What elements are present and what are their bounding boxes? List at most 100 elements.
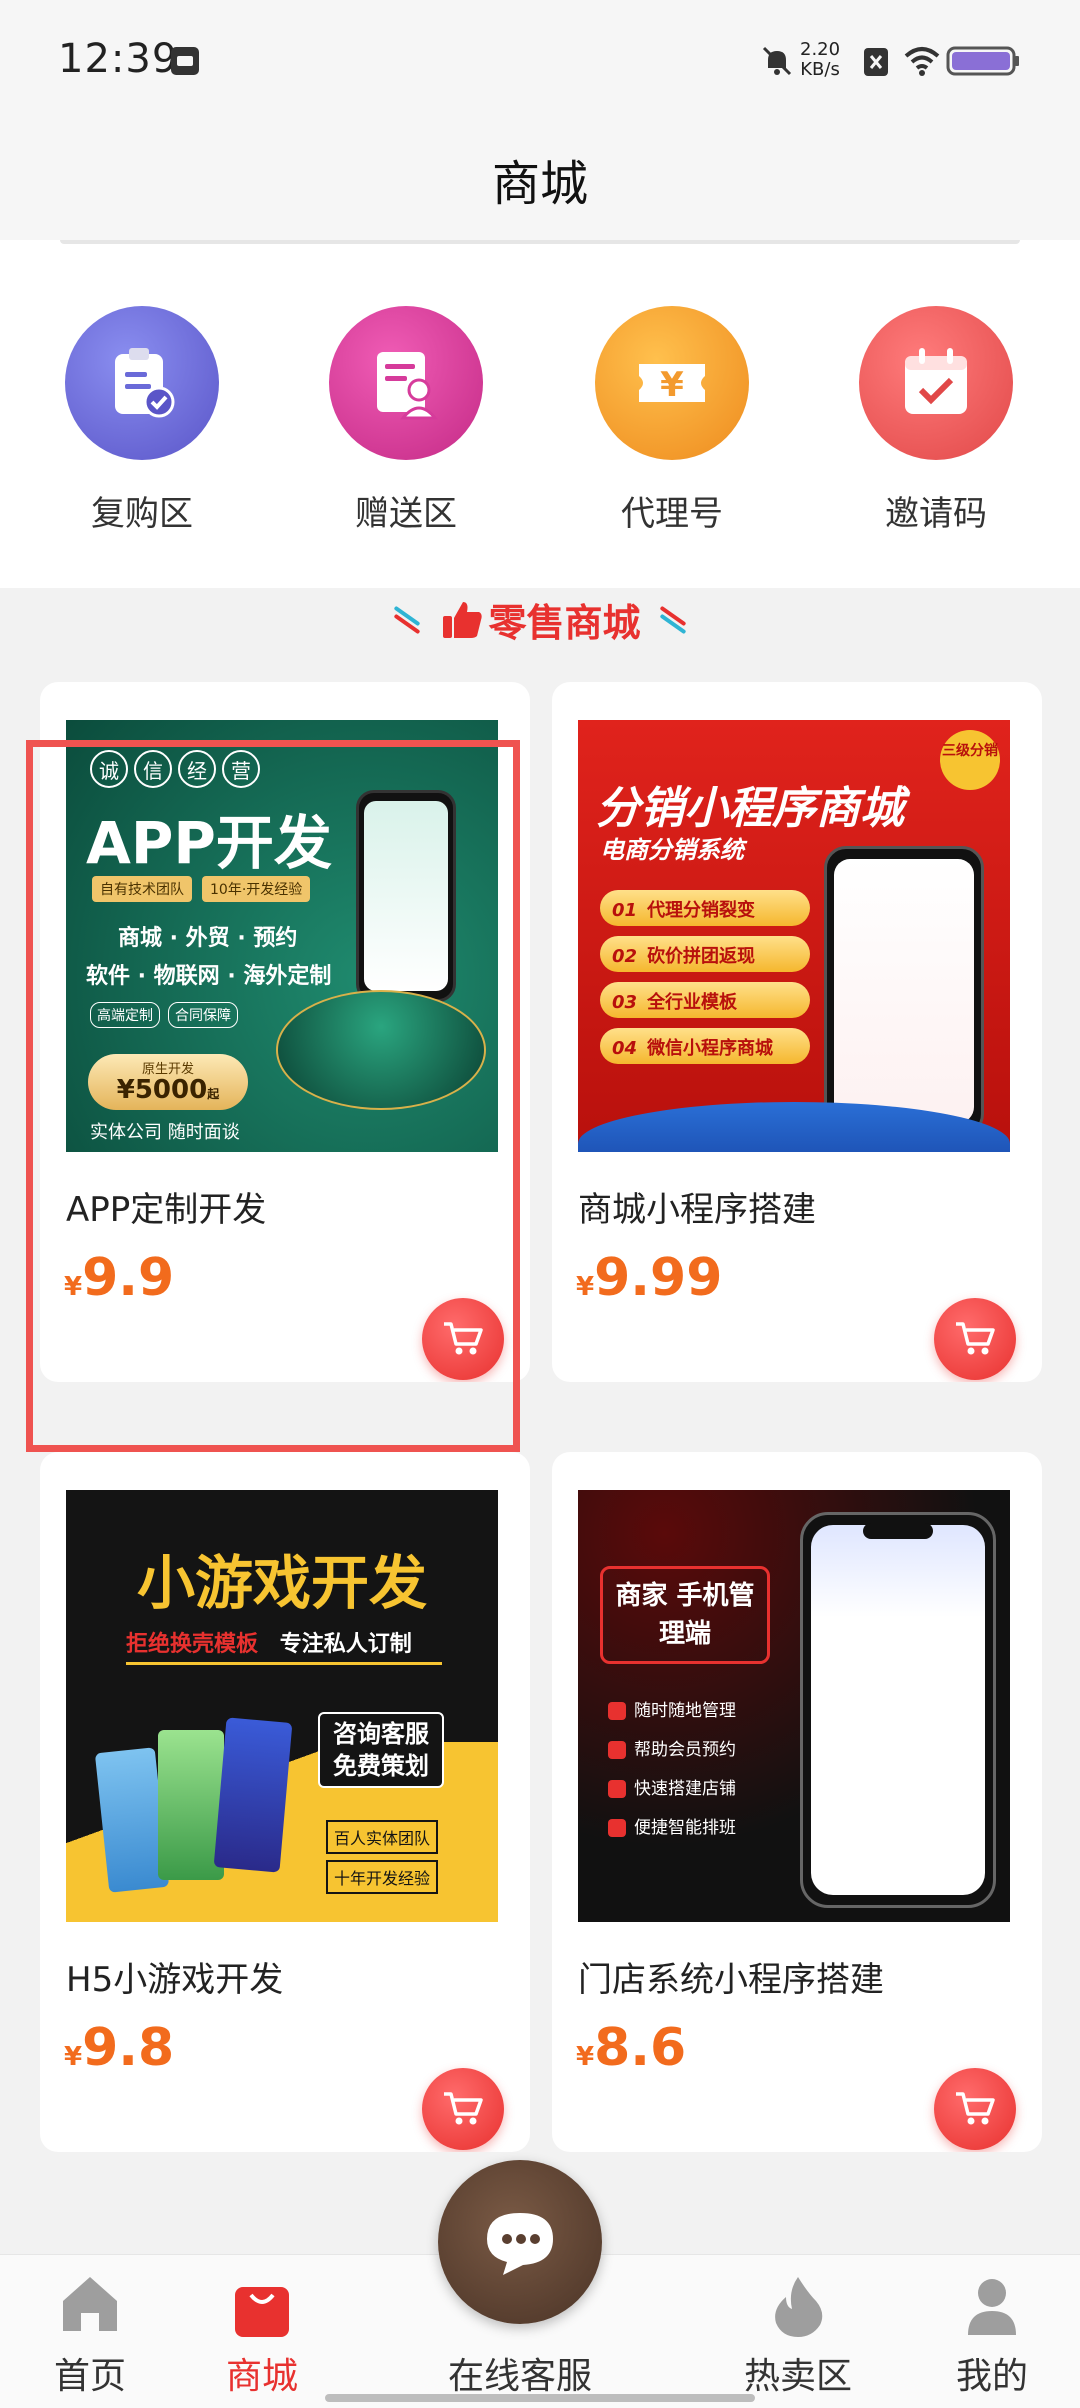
image-tag: 10年·开发经验 xyxy=(202,876,311,902)
decor-slash-left xyxy=(392,605,422,634)
section-title-text: 零售商城 xyxy=(488,601,641,645)
feature-text: 帮助会员预约 xyxy=(634,1740,736,1760)
badge: 经 xyxy=(178,750,216,788)
category-circle xyxy=(329,306,483,460)
online-service-button[interactable] xyxy=(438,2160,602,2324)
product-name[interactable]: 门店系统小程序搭建 xyxy=(578,1952,884,2001)
feature-text: 微信小程序商城 xyxy=(647,1038,774,1059)
shield-check-icon xyxy=(608,1780,626,1798)
game-screens xyxy=(94,1717,293,1893)
feature-no: 04 xyxy=(612,1038,638,1059)
tab-label: 在线客服 xyxy=(447,2356,592,2397)
product-price: ¥9.8 xyxy=(64,2018,174,2078)
promo-value: ¥5000 xyxy=(116,1075,208,1105)
status-time: 12:39 xyxy=(58,36,179,82)
page-title: 商城 xyxy=(491,156,588,212)
price-currency: ¥ xyxy=(64,1272,83,1302)
image-tag: 自有技术团队 xyxy=(92,876,192,902)
phone-mockup xyxy=(356,790,456,1002)
shield-check-icon xyxy=(608,1741,626,1759)
home-icon xyxy=(63,2277,117,2331)
product-card[interactable]: 三级分销 分销小程序商城 电商分销系统 01 代理分销裂变 02 砍价拼团返现 03… xyxy=(552,682,1042,1382)
feature-item: 随时随地管理 xyxy=(608,1696,736,1721)
feature-no: 03 xyxy=(612,992,638,1013)
notification-app-icon xyxy=(171,47,199,75)
product-name[interactable]: 商城小程序搭建 xyxy=(578,1182,816,1231)
add-to-cart-button[interactable] xyxy=(934,2068,1016,2150)
document-user-icon xyxy=(377,352,439,420)
price-currency: ¥ xyxy=(64,2042,83,2072)
category-label: 代理号 xyxy=(621,494,723,534)
tab-me[interactable]: 我的 xyxy=(902,2255,1080,2408)
category-panel: 复购区 赠送区 ¥ 代理号 邀请码 xyxy=(0,240,1080,588)
feature-text: 快速搭建店铺 xyxy=(634,1779,736,1799)
category-invite-code[interactable]: 邀请码 xyxy=(836,306,1036,535)
product-image-mall-miniprogram[interactable]: 三级分销 分销小程序商城 电商分销系统 01 代理分销裂变 02 砍价拼团返现 03… xyxy=(578,720,1010,1152)
add-to-cart-button[interactable] xyxy=(422,1298,504,1380)
feature-text: 砍价拼团返现 xyxy=(647,946,756,967)
price-value: 8.6 xyxy=(594,2018,687,2078)
feature-item: 帮助会员预约 xyxy=(608,1735,736,1760)
thumbs-up-icon xyxy=(443,601,483,638)
feature-text: 代理分销裂变 xyxy=(647,900,756,921)
badge: 信 xyxy=(134,750,172,788)
product-image-h5-game[interactable]: 小游戏开发 拒绝换壳模板 专注私人订制 咨询客服 免费策划 百人实体团队 十年开… xyxy=(66,1490,498,1922)
badge: 营 xyxy=(222,750,260,788)
category-circle xyxy=(65,306,219,460)
product-price: ¥9.99 xyxy=(576,1248,722,1308)
price-value: 9.9 xyxy=(82,1248,175,1308)
mute-bell-icon xyxy=(762,46,792,76)
image-chip: 百人实体团队 xyxy=(326,1820,439,1854)
section-title: 零售商城 xyxy=(0,592,1080,648)
image-subline: 电商分销系统 xyxy=(600,836,744,864)
tab-label: 热卖区 xyxy=(743,2356,852,2397)
image-headline: 分销小程序商城 xyxy=(596,783,904,834)
shopping-bag-icon xyxy=(235,2287,289,2337)
cart-icon xyxy=(956,2092,995,2125)
product-name[interactable]: APP定制开发 xyxy=(66,1182,266,1231)
image-tag: 拒绝换壳模板 xyxy=(126,1632,259,1657)
flame-icon xyxy=(775,2277,823,2337)
speed-unit: KB/s xyxy=(800,59,840,80)
image-chip: 十年开发经验 xyxy=(326,1860,439,1894)
category-gift[interactable]: 赠送区 xyxy=(306,306,506,535)
badge: 诚 xyxy=(90,750,128,788)
feature-no: 01 xyxy=(612,900,638,921)
product-image-store-system[interactable]: 商家 手机管理端 随时随地管理 帮助会员预约 快速搭建店铺 便捷智能排班 xyxy=(578,1490,1010,1922)
user-icon xyxy=(968,2279,1016,2335)
feature-row: 01 代理分销裂变 xyxy=(600,890,810,926)
tab-home[interactable]: 首页 xyxy=(0,2255,180,2408)
product-card[interactable]: 小游戏开发 拒绝换壳模板 专注私人订制 咨询客服 免费策划 百人实体团队 十年开… xyxy=(40,1452,530,2152)
category-agent[interactable]: ¥ 代理号 xyxy=(572,306,772,535)
page-header: 商城 xyxy=(0,120,1080,240)
product-name[interactable]: H5小游戏开发 xyxy=(66,1952,283,2001)
product-image-app-dev[interactable]: 诚 信 经 营 APP开发 自有技术团队 10年·开发经验 商城 · 外贸 · … xyxy=(66,720,498,1152)
price-currency: ¥ xyxy=(576,1272,595,1302)
consult-box: 咨询客服 免费策划 xyxy=(318,1712,444,1788)
add-to-cart-button[interactable] xyxy=(934,1298,1016,1380)
calendar-check-icon xyxy=(905,348,967,414)
tab-mall[interactable]: 商城 xyxy=(172,2255,352,2408)
tab-hot-sale[interactable]: 热卖区 xyxy=(708,2255,888,2408)
add-to-cart-button[interactable] xyxy=(422,2068,504,2150)
price-value: 9.8 xyxy=(82,2018,175,2078)
category-repurchase[interactable]: 复购区 xyxy=(42,306,242,535)
product-card[interactable]: 诚 信 经 营 APP开发 自有技术团队 10年·开发经验 商城 · 外贸 · … xyxy=(40,682,530,1382)
decor-underline xyxy=(126,1662,442,1665)
sim-off-icon xyxy=(864,48,888,76)
decor-slash-right xyxy=(658,605,688,634)
category-label: 复购区 xyxy=(91,494,193,534)
svg-text:¥: ¥ xyxy=(660,365,684,405)
tab-label: 我的 xyxy=(955,2356,1028,2397)
status-bar: 12:39 2.20 KB/s xyxy=(0,0,1080,120)
cart-icon xyxy=(956,1322,995,1355)
chat-bubble-icon xyxy=(487,2213,553,2275)
image-tag: 专注私人订制 xyxy=(279,1632,412,1657)
image-chip: 高端定制 xyxy=(90,1002,160,1028)
product-card[interactable]: 商家 手机管理端 随时随地管理 帮助会员预约 快速搭建店铺 便捷智能排班 门店系… xyxy=(552,1452,1042,2152)
phone-mockup xyxy=(800,1512,996,1908)
yen-ticket-icon: ¥ xyxy=(639,364,705,405)
image-line: 商城 · 外贸 · 预约 xyxy=(118,926,298,951)
feature-no: 02 xyxy=(612,946,638,967)
battery-icon xyxy=(946,46,1019,76)
